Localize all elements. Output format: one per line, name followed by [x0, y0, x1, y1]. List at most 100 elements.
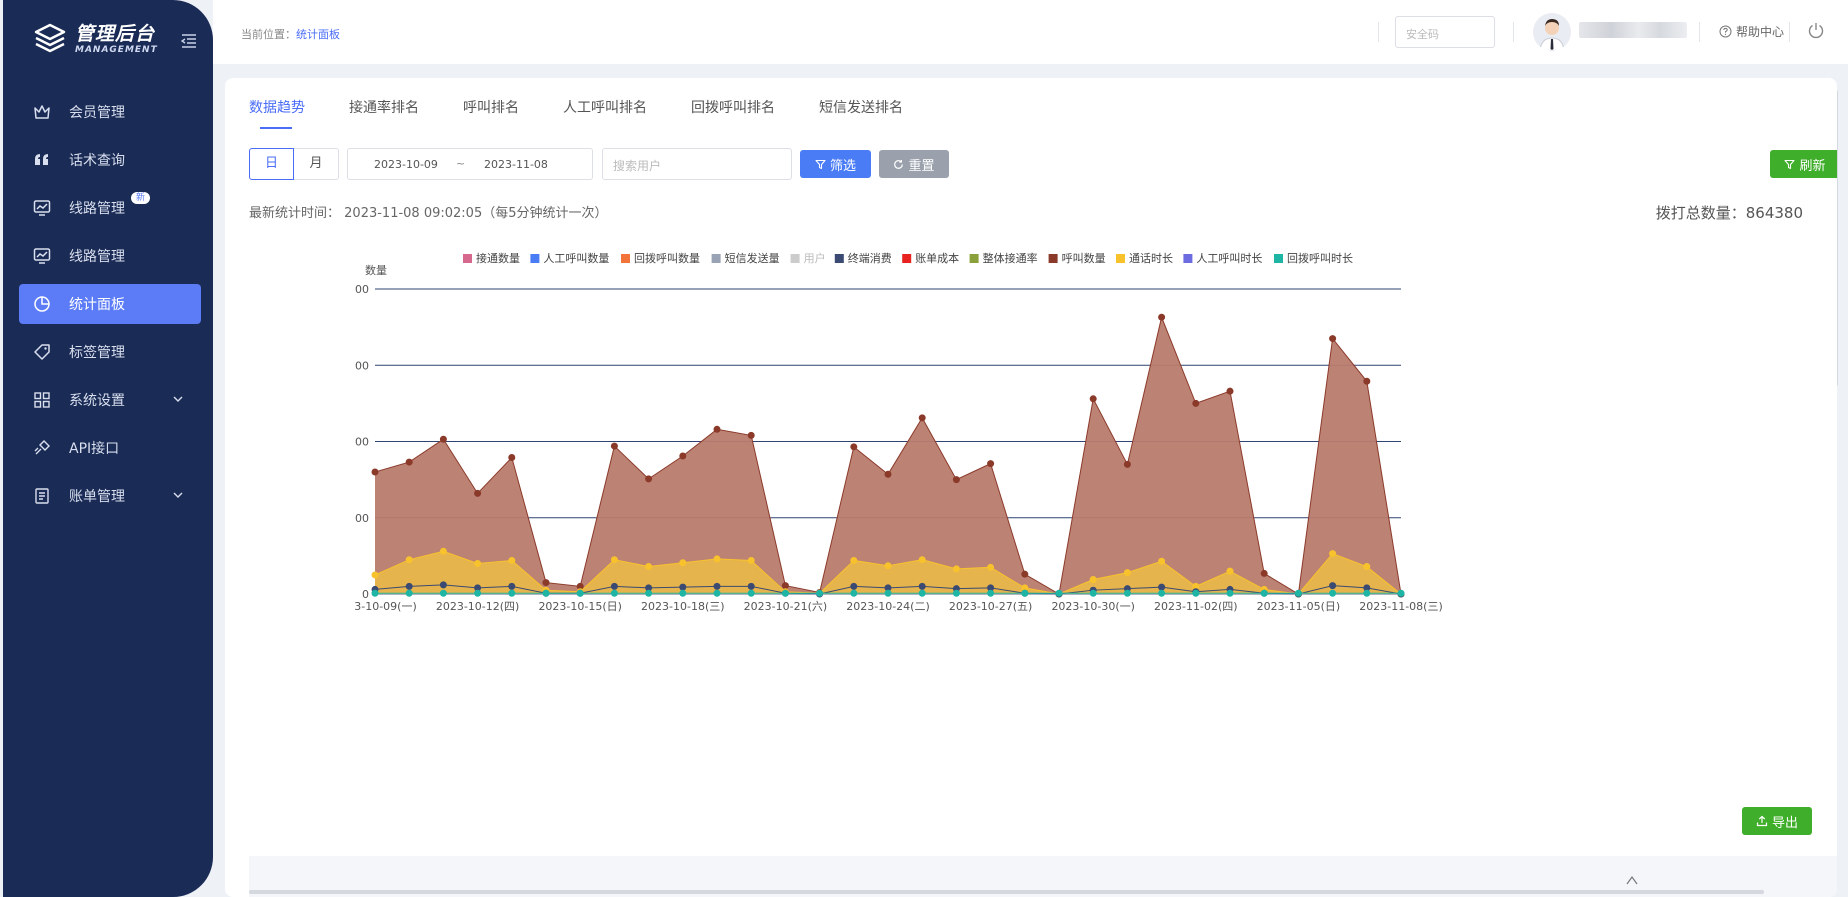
legend-swatch	[1183, 254, 1193, 263]
data-point	[1226, 387, 1234, 395]
data-point	[1123, 460, 1131, 468]
tab-callback-rank[interactable]: 回拨呼叫排名	[691, 98, 775, 128]
search-user-input[interactable]: 搜索用户	[602, 148, 792, 180]
x-tick-label: 2023-10-30(一)	[1051, 600, 1135, 613]
legend-swatch	[1048, 254, 1058, 263]
data-point	[542, 579, 550, 587]
range-separator: ~	[456, 157, 466, 170]
tab-bar: 数据趋势 接通率排名 呼叫排名 人工呼叫排名 回拨呼叫排名 短信发送排名	[249, 98, 947, 129]
help-label: 帮助中心	[1736, 25, 1785, 39]
menu-collapse-icon[interactable]	[181, 34, 197, 48]
chevron-down-icon	[173, 396, 183, 402]
x-tick-label: 2023-10-24(二)	[846, 600, 930, 613]
data-point	[850, 556, 858, 564]
data-point	[1192, 589, 1200, 597]
x-tick-label: 2023-10-27(五)	[949, 600, 1033, 613]
date-range-picker[interactable]: 2023-10-09 ~ 2023-11-08	[347, 148, 593, 180]
data-point	[405, 589, 413, 597]
tab-data-trend[interactable]: 数据趋势	[249, 98, 305, 129]
y-axis-label: 数量	[365, 264, 387, 277]
user-avatar-icon	[1539, 19, 1565, 51]
power-icon[interactable]	[1807, 21, 1825, 39]
safe-code-input[interactable]: 安全码	[1395, 16, 1495, 48]
sidebar-item-line[interactable]: 线路管理	[19, 236, 201, 276]
data-point	[1021, 570, 1029, 578]
data-point	[439, 547, 447, 555]
legend-swatch	[834, 254, 844, 263]
sidebar-item-line-new[interactable]: 线路管理 新	[19, 188, 201, 228]
data-point	[1363, 563, 1371, 571]
sidebar-item-settings[interactable]: 系统设置	[19, 380, 201, 420]
data-point	[1329, 582, 1337, 590]
legend-label: 呼叫数量	[1062, 252, 1106, 265]
data-point	[1123, 569, 1131, 577]
bill-icon	[33, 487, 51, 505]
y-tick-label: 100,000	[355, 512, 369, 525]
horizontal-scrollbar[interactable]	[249, 890, 1764, 894]
last-update-value: 2023-11-08 09:02:05（每5分钟统计一次）	[344, 206, 608, 221]
legend-label: 用户	[804, 251, 826, 265]
help-center-link[interactable]: 帮助中心	[1719, 23, 1784, 40]
avatar[interactable]	[1533, 13, 1571, 51]
breadcrumb-prefix: 当前位置：	[241, 28, 296, 41]
tab-manual-call-rank[interactable]: 人工呼叫排名	[563, 98, 647, 128]
sidebar-item-tags[interactable]: 标签管理	[19, 332, 201, 372]
logo-subtitle: MANAGEMENT	[75, 44, 158, 55]
trend-chart[interactable]: 接通数量 人工呼叫数量 回拨呼叫数量 短信发送量 用户 终端消费 账单成本 整体接通率 呼叫数量…	[355, 246, 1755, 806]
tab-sms-rank[interactable]: 短信发送排名	[819, 98, 903, 128]
sidebar-item-script[interactable]: 话术查询	[19, 140, 201, 180]
data-point	[679, 452, 687, 460]
data-point	[439, 435, 447, 443]
data-point	[987, 563, 995, 571]
data-point	[542, 589, 550, 597]
export-button[interactable]: 导出	[1742, 807, 1812, 835]
data-point	[713, 589, 721, 597]
data-point	[1363, 589, 1371, 597]
tab-connect-rate-rank[interactable]: 接通率排名	[349, 98, 419, 128]
chevron-up-icon[interactable]	[1625, 872, 1639, 886]
data-point	[884, 562, 892, 570]
start-date: 2023-10-09	[374, 158, 438, 171]
data-point	[884, 589, 892, 597]
export-label: 导出	[1771, 815, 1798, 831]
monitor-chart-icon	[33, 199, 51, 217]
data-point	[371, 589, 379, 597]
day-toggle[interactable]: 日	[249, 148, 294, 180]
data-point	[610, 442, 618, 450]
layers-logo-icon	[34, 23, 66, 53]
data-point	[1294, 589, 1302, 597]
sidebar-item-api[interactable]: API接口	[19, 428, 201, 468]
tab-call-rank[interactable]: 呼叫排名	[463, 98, 519, 128]
tag-icon	[33, 343, 51, 361]
breadcrumb-current[interactable]: 统计面板	[296, 28, 340, 41]
last-update: 最新统计时间： 2023-11-08 09:02:05（每5分钟统计一次）	[249, 202, 608, 221]
data-point	[713, 582, 721, 590]
legend-label: 回拨呼叫时长	[1287, 251, 1353, 265]
x-tick-label: 2023-10-18(三)	[641, 600, 725, 613]
sidebar-item-bills[interactable]: 账单管理	[19, 476, 201, 516]
sidebar-item-member[interactable]: 会员管理	[19, 92, 201, 132]
filter-button[interactable]: 筛选	[800, 150, 871, 178]
data-point	[1158, 557, 1166, 565]
month-toggle[interactable]: 月	[294, 148, 339, 180]
sidebar-item-label: 会员管理	[69, 105, 125, 121]
sidebar: 管理后台 MANAGEMENT 会员管理 话术查询 线路管理 新 线路管理 统计…	[3, 0, 213, 897]
sidebar-item-stats[interactable]: 统计面板	[19, 284, 201, 324]
reset-button[interactable]: 重置	[879, 150, 949, 178]
quote-icon	[33, 151, 51, 169]
new-badge: 新	[131, 192, 151, 204]
sidebar-item-label: 线路管理	[69, 249, 125, 265]
data-point	[508, 454, 516, 462]
data-point	[474, 489, 482, 497]
data-point	[1123, 589, 1131, 597]
data-point	[713, 555, 721, 563]
data-point	[1089, 395, 1097, 403]
user-name-blurred[interactable]	[1579, 22, 1687, 38]
data-point	[679, 583, 687, 591]
logo[interactable]: 管理后台 MANAGEMENT	[33, 22, 158, 56]
x-tick-label: 2023-10-12(四)	[436, 600, 520, 613]
main-panel: 数据趋势 接通率排名 呼叫排名 人工呼叫排名 回拨呼叫排名 短信发送排名 日 月…	[225, 78, 1837, 897]
refresh-button[interactable]: 刷新	[1770, 150, 1837, 178]
data-point	[610, 582, 618, 590]
data-point	[610, 589, 618, 597]
